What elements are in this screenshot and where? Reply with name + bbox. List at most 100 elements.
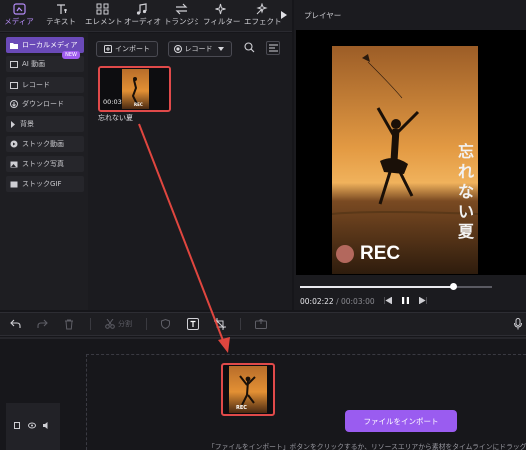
- video-overlay-text: 忘れない夏: [457, 142, 474, 241]
- prev-frame-icon[interactable]: [384, 297, 392, 304]
- tab-label: オーディオ: [124, 17, 161, 26]
- tab-transition[interactable]: トランジション: [164, 3, 198, 31]
- split-button[interactable]: 分割: [105, 319, 132, 329]
- chevron-down-icon: [217, 47, 224, 51]
- import-file-button[interactable]: ファイルをインポート: [345, 410, 457, 432]
- track-lock-icon[interactable]: [14, 422, 20, 429]
- tab-label: テキスト: [46, 17, 76, 26]
- import-button[interactable]: インポート: [96, 41, 158, 57]
- tab-audio[interactable]: オーディオ: [124, 3, 161, 31]
- record-icon: [10, 81, 18, 89]
- sidebar-item-stock-photo[interactable]: ストック写真: [6, 156, 84, 172]
- media-clip-thumbnail[interactable]: 00:03 REC: [98, 66, 171, 112]
- clip-duration: 00:03: [103, 98, 122, 106]
- next-frame-icon[interactable]: [419, 297, 427, 304]
- toolbar-divider: [146, 318, 147, 330]
- rec-dot-icon: [336, 245, 354, 263]
- current-time: 00:02:22: [300, 297, 334, 306]
- timeline-ruler: [0, 337, 526, 339]
- sidebar-item-ai-video[interactable]: AI 動画 NEW: [6, 51, 84, 72]
- stock-gif-icon: [10, 181, 18, 187]
- tab-filter[interactable]: フィルター: [203, 3, 241, 31]
- stock-video-icon: [10, 140, 18, 148]
- split-label: 分割: [118, 320, 132, 328]
- dragged-clip-thumbnail[interactable]: REC: [221, 363, 275, 416]
- tab-effect[interactable]: エフェクト: [244, 3, 282, 31]
- export-frame-icon[interactable]: [255, 319, 267, 329]
- tab-label: トランジション: [164, 17, 198, 26]
- scrubber-fill: [300, 286, 454, 288]
- timeline-drop-zone[interactable]: [86, 354, 526, 450]
- rec-label: REC: [360, 243, 401, 264]
- sidebar-item-background[interactable]: 背景: [6, 116, 84, 132]
- transition-icon: [175, 3, 187, 15]
- text-tool-icon[interactable]: [187, 318, 199, 330]
- sidebar-item-label: 背景: [20, 120, 34, 128]
- sidebar-item-stock-gif[interactable]: ストックGIF: [6, 176, 84, 192]
- dragged-clip-caption: REC: [236, 405, 247, 411]
- audio-icon: [136, 3, 147, 15]
- import-label: インポート: [115, 45, 150, 53]
- microphone-icon[interactable]: [514, 318, 522, 330]
- tab-media[interactable]: メディア: [2, 3, 36, 31]
- element-icon: [96, 3, 108, 15]
- clip-thumb-caption: REC: [134, 102, 143, 107]
- crop-icon[interactable]: [214, 318, 226, 330]
- record-dropdown[interactable]: レコード: [168, 41, 232, 57]
- sidebar-item-label: ストックGIF: [22, 180, 62, 188]
- sidebar-item-record[interactable]: レコード: [6, 77, 84, 93]
- new-badge: NEW: [62, 51, 80, 59]
- pause-icon[interactable]: [402, 297, 409, 304]
- plus-icon: [104, 45, 112, 53]
- background-icon: [11, 120, 15, 128]
- sidebar-item-label: ダウンロード: [22, 100, 64, 108]
- record-dot-icon: [173, 45, 182, 53]
- track-volume-icon[interactable]: [43, 422, 51, 429]
- shield-icon[interactable]: [161, 319, 170, 329]
- sidebar-item-label: ストック動画: [22, 140, 64, 148]
- import-hint-text: 「ファイルをインポート」ボタンをクリックするか、リソースエリアから素材をタイムラ…: [208, 443, 526, 450]
- media-icon: [12, 3, 26, 15]
- media-panel: インポート レコード 00:03 REC 忘れない夏: [88, 33, 292, 310]
- sidebar-item-label: AI 動画: [22, 60, 46, 68]
- folder-icon: [10, 42, 18, 49]
- toolbar-divider: [90, 318, 91, 330]
- sidebar: ローカルメディア AI 動画 NEW レコード ダウンロード 背景 ストック動画…: [0, 33, 88, 310]
- timeline-toolbar: 分割: [0, 312, 526, 336]
- tab-element[interactable]: エレメント: [85, 3, 123, 31]
- download-icon: [10, 100, 18, 108]
- player-scrubber[interactable]: [300, 286, 492, 288]
- tab-label: メディア: [4, 17, 34, 26]
- list-view-icon[interactable]: [266, 41, 280, 55]
- sidebar-item-label: レコード: [22, 81, 50, 89]
- effect-icon: [255, 3, 268, 15]
- track-eye-icon[interactable]: [28, 422, 36, 429]
- text-icon: [56, 4, 67, 14]
- sidebar-item-label: ストック写真: [22, 160, 64, 168]
- tab-label: エレメント: [85, 17, 123, 26]
- filter-icon: [214, 3, 226, 15]
- total-time: 00:03:00: [340, 297, 375, 306]
- sidebar-item-stock-video[interactable]: ストック動画: [6, 136, 84, 152]
- track-header: [6, 403, 60, 450]
- undo-icon[interactable]: [10, 319, 21, 329]
- sidebar-item-label: ローカルメディア: [22, 41, 78, 49]
- search-icon[interactable]: [244, 42, 255, 53]
- tabs-next-icon[interactable]: [281, 11, 287, 19]
- tab-text[interactable]: テキスト: [44, 3, 78, 31]
- delete-icon[interactable]: [64, 319, 74, 330]
- ai-video-icon: [10, 60, 18, 68]
- player-video-frame: 忘れない夏 REC: [332, 46, 478, 274]
- toolbar-divider: [240, 318, 241, 330]
- tab-label: フィルター: [203, 17, 241, 26]
- player-title: プレイヤー: [304, 11, 342, 20]
- dragged-clip-image: [229, 366, 267, 413]
- top-tab-bar: メディア テキスト エレメント オーディオ トランジション フィルター エフェク…: [0, 0, 292, 32]
- record-label: レコード: [184, 45, 213, 53]
- stock-photo-icon: [10, 161, 18, 167]
- time-readout: 00:02:22 / 00:03:00: [300, 297, 375, 306]
- sidebar-item-download[interactable]: ダウンロード: [6, 96, 84, 112]
- clip-name: 忘れない夏: [98, 114, 133, 122]
- scissors-icon: [105, 319, 115, 329]
- redo-icon[interactable]: [37, 319, 48, 329]
